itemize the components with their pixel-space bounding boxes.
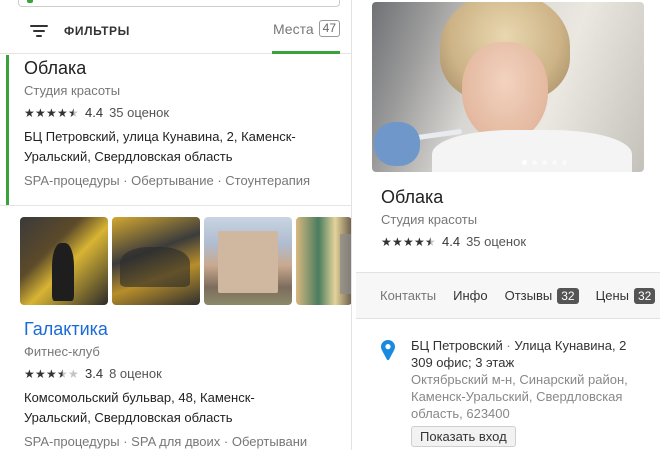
places-label: Места	[272, 20, 314, 37]
filter-icon	[30, 24, 48, 38]
result-rating: ★ ★ ★ ★ ★ 4.4 35 оценок	[24, 105, 351, 120]
filter-bar: ФИЛЬТРЫ Места 47	[0, 8, 351, 54]
photos-scroll-handle[interactable]	[340, 234, 351, 294]
places-count-badge: 47	[318, 20, 340, 37]
location-pin-icon	[381, 340, 395, 360]
search-box-edge[interactable]	[18, 0, 340, 7]
carousel-dot[interactable]	[552, 160, 557, 165]
result-tags: SPA-процедуры · SPA для двоих · Обертыва…	[24, 434, 308, 449]
prices-count-badge: 32	[633, 287, 656, 304]
result-name[interactable]: Галактика	[24, 318, 351, 340]
address-line: Уральский, Свердловская область	[24, 410, 233, 425]
detail-header: Облака Студия красоты ★ ★ ★ ★ ★ 4.4 35 оцено…	[381, 186, 651, 249]
result-tags: SPA-процедуры · Обертывание · Стоунтерап…	[24, 173, 311, 188]
tab-label: Цены	[595, 288, 629, 303]
tab-label: Инфо	[453, 288, 488, 303]
detail-category: Студия красоты	[381, 212, 478, 227]
star-icon: ★	[35, 366, 46, 381]
tab-places-underline	[272, 51, 340, 54]
detail-rating: ★ ★ ★ ★ ★ 4.4 35 оценок	[381, 234, 651, 249]
result-name[interactable]: Облака	[24, 57, 351, 79]
result-category: Фитнес-клуб	[24, 344, 100, 359]
star-icon: ★	[57, 105, 68, 120]
rating-value: 4.4	[442, 234, 461, 249]
tab-contacts[interactable]: Контакты	[380, 273, 436, 319]
hero-photo[interactable]	[372, 2, 644, 172]
star-icon: ★	[403, 234, 414, 249]
address-text: БЦ Петровский · Улица Кунавина, 2 309 оф…	[411, 337, 660, 422]
star-half-icon: ★	[68, 105, 79, 120]
rating-value: 3.4	[85, 366, 104, 381]
reviews-count[interactable]: 35 оценок	[466, 234, 526, 249]
result-category: Студия красоты	[24, 83, 121, 98]
detail-name: Облака	[381, 187, 444, 207]
reviews-count-badge: 32	[557, 287, 579, 304]
address-building: БЦ Петровский	[411, 338, 503, 353]
address-district: Октябрьский м-н, Синарский район,	[411, 372, 628, 387]
group-photo[interactable]	[112, 217, 200, 305]
result-address: БЦ Петровский, улица Кунавина, 2, Каменс…	[24, 127, 351, 167]
star-icon: ★	[24, 366, 35, 381]
result-rating: ★ ★ ★ ★ ★ 3.4 8 оценок	[24, 366, 351, 381]
star-icon: ★	[46, 105, 57, 120]
address-line: Комсомольский бульвар, 48, Каменск-	[24, 390, 255, 405]
filters-button[interactable]: ФИЛЬТРЫ	[30, 20, 130, 42]
star-icon: ★	[24, 105, 35, 120]
address-region: Каменск-Уральский, Свердловская	[411, 389, 623, 404]
result-address: Комсомольский бульвар, 48, Каменск- Урал…	[24, 388, 351, 428]
gym-photo[interactable]	[20, 217, 108, 305]
star-icon: ★	[381, 234, 392, 249]
star-half-icon: ★	[57, 366, 68, 381]
carousel-dot[interactable]	[532, 160, 537, 165]
tab-label: Отзывы	[504, 288, 553, 303]
star-icon: ★	[46, 366, 57, 381]
search-accent	[27, 0, 33, 3]
address-street: Улица Кунавина, 2	[514, 338, 627, 353]
tab-places[interactable]: Места 47	[273, 20, 340, 37]
tab-info[interactable]: Инфо	[453, 273, 487, 319]
rating-stars: ★ ★ ★ ★ ★	[24, 367, 79, 381]
rating-stars: ★ ★ ★ ★ ★	[381, 235, 436, 249]
carousel-dot[interactable]	[562, 160, 567, 165]
results-panel: ФИЛЬТРЫ Места 47 Облака Студия красоты ★…	[0, 0, 352, 450]
star-icon: ★	[414, 234, 425, 249]
reviews-count[interactable]: 8 оценок	[109, 366, 162, 381]
star-empty-icon: ★	[68, 366, 79, 381]
star-half-icon: ★	[425, 234, 436, 249]
rating-stars: ★ ★ ★ ★ ★	[24, 106, 79, 120]
star-icon: ★	[392, 234, 403, 249]
selected-indicator	[6, 55, 9, 205]
detail-tabs: Контакты Инфо Отзывы 32 Цены 32	[356, 273, 660, 319]
tab-label: Контакты	[380, 288, 437, 303]
address-postal: область, 623400	[411, 406, 510, 421]
show-entrance-button[interactable]: Показать вход	[411, 426, 516, 447]
address-line: Уральский, Свердловская область	[24, 149, 233, 164]
address-line: БЦ Петровский, улица Кунавина, 2, Каменс…	[24, 129, 296, 144]
result-card-oblaka[interactable]: Облака Студия красоты ★ ★ ★ ★ ★ 4.4 35 оцено…	[0, 55, 351, 205]
rating-value: 4.4	[85, 105, 104, 120]
result-photos	[20, 217, 351, 305]
building-photo[interactable]	[204, 217, 292, 305]
result-card-galaktika[interactable]: Галактика Фитнес-клуб ★ ★ ★ ★ ★ 3.4 8 оценок…	[24, 318, 351, 449]
star-icon: ★	[35, 105, 46, 120]
divider	[0, 205, 351, 206]
carousel-dots	[522, 160, 567, 165]
detail-panel: Облака Студия красоты ★ ★ ★ ★ ★ 4.4 35 оцено…	[356, 0, 660, 450]
reviews-count[interactable]: 35 оценок	[109, 105, 169, 120]
address-office: 309 офис; 3 этаж	[411, 355, 515, 370]
carousel-dot[interactable]	[522, 160, 527, 165]
tab-reviews[interactable]: Отзывы 32	[505, 273, 579, 319]
filters-label: ФИЛЬТРЫ	[64, 24, 130, 38]
carousel-dot[interactable]	[542, 160, 547, 165]
address-block: БЦ Петровский · Улица Кунавина, 2 309 оф…	[380, 337, 660, 447]
tab-prices[interactable]: Цены 32	[596, 273, 656, 319]
